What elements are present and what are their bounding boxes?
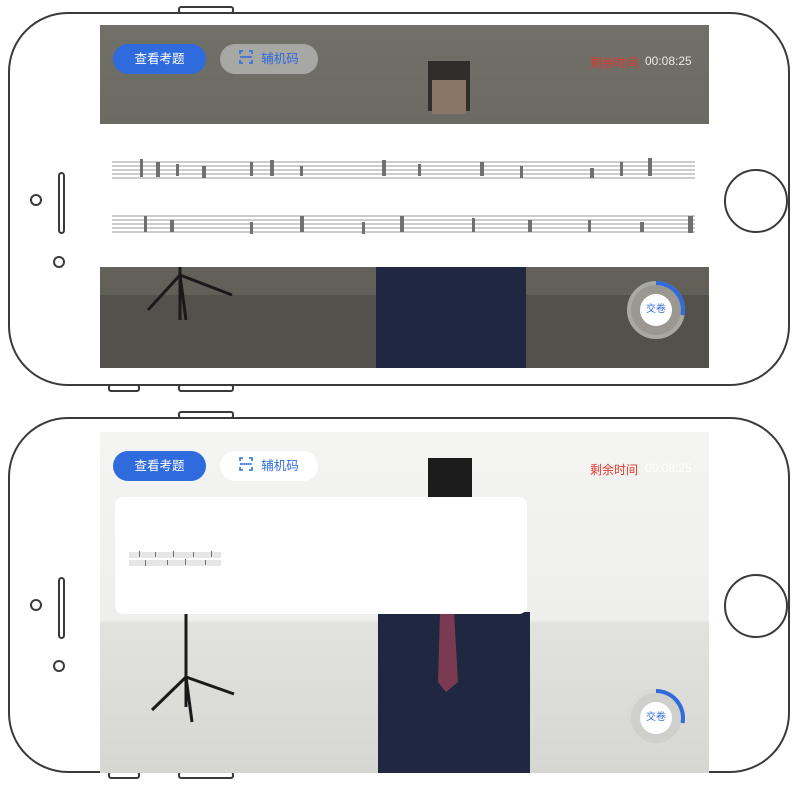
aux-code-button[interactable]: 辅机码 [220, 451, 318, 481]
question-card [115, 497, 527, 614]
sensor [53, 256, 65, 268]
home-button[interactable] [724, 574, 788, 638]
volume-button [178, 384, 234, 392]
exam-screen: 查看考题 辅机码 剩余时间 00:08:25 交卷 [100, 25, 709, 368]
scan-icon [239, 45, 254, 75]
aux-code-label: 辅机码 [261, 459, 299, 473]
scan-icon [239, 452, 254, 482]
time-remaining-label: 剩余时间 [590, 56, 639, 70]
aux-code-label: 辅机码 [261, 52, 299, 66]
time-remaining-value: 00:08:25 [645, 461, 692, 475]
view-question-button[interactable]: 查看考题 [113, 451, 206, 481]
earpiece-speaker [58, 577, 65, 639]
submit-button[interactable]: 交卷 [640, 702, 672, 734]
exam-screen: 查看考题 辅机码 剩余时间 00:08:25 交卷 [100, 432, 709, 773]
sensor [53, 660, 65, 672]
volume-button [108, 384, 140, 392]
front-camera [30, 599, 42, 611]
earpiece-speaker [58, 172, 65, 234]
front-camera [30, 194, 42, 206]
sheet-music [129, 551, 221, 566]
time-remaining-label: 剩余时间 [590, 463, 639, 477]
question-sheet [100, 124, 709, 267]
time-remaining-value: 00:08:25 [645, 54, 692, 68]
home-button[interactable] [724, 169, 788, 233]
sheet-music [112, 158, 695, 234]
submit-button[interactable]: 交卷 [640, 294, 672, 326]
submit-progress[interactable]: 交卷 [626, 688, 686, 748]
submit-progress[interactable]: 交卷 [626, 280, 686, 340]
view-question-button[interactable]: 查看考题 [113, 44, 206, 74]
aux-code-button[interactable]: 辅机码 [220, 44, 318, 74]
